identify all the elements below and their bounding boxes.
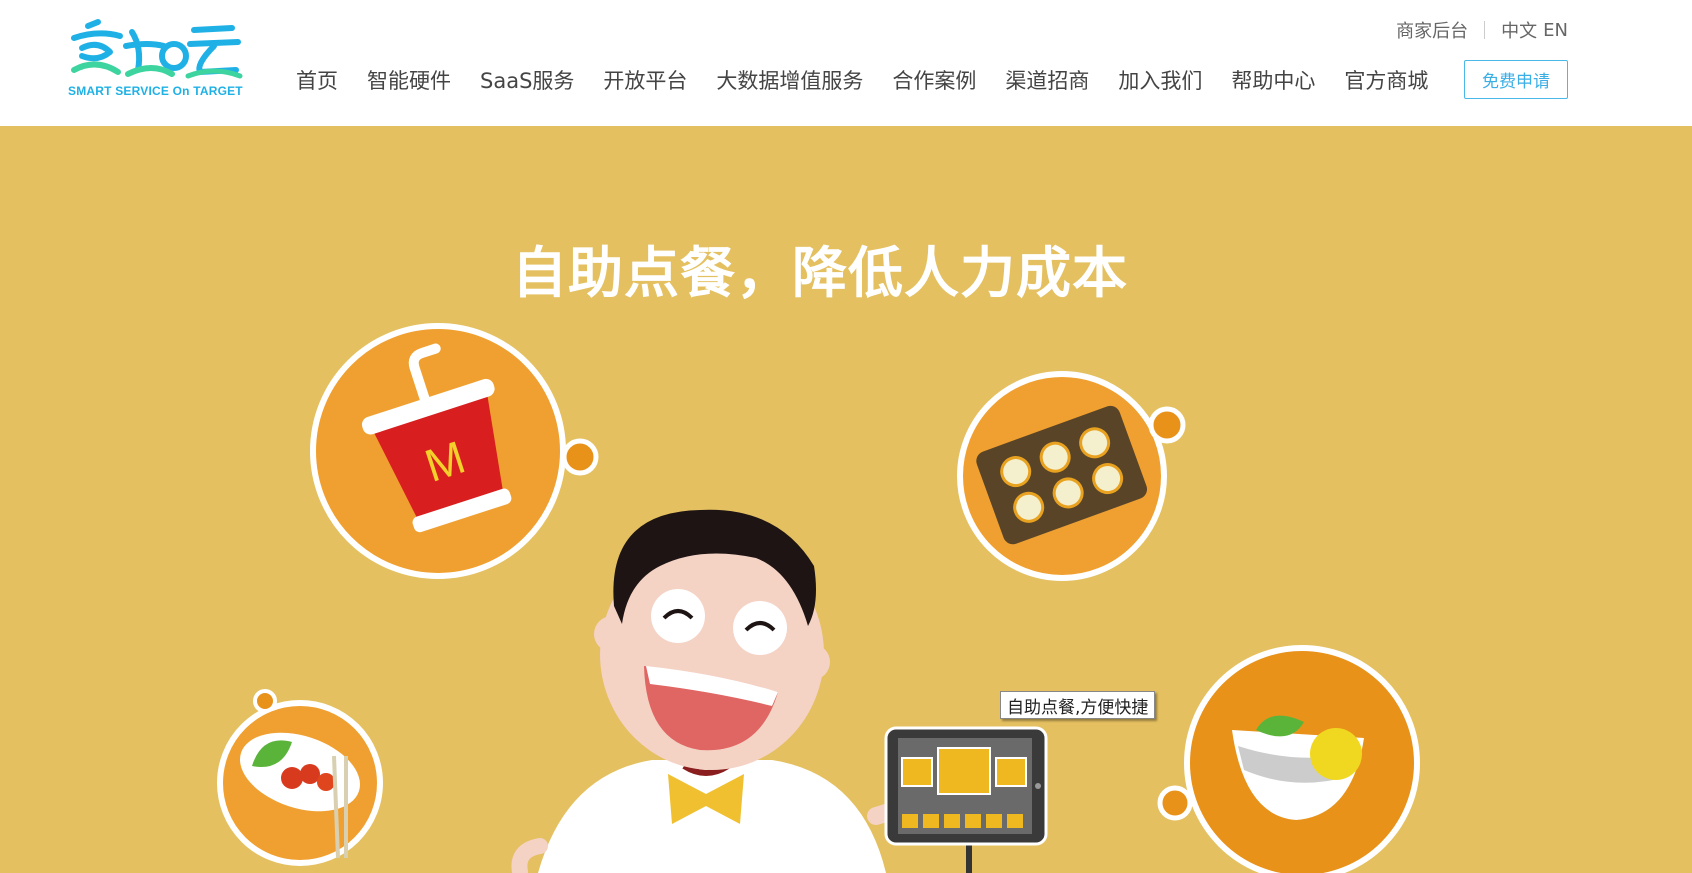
- dumpling-tray-bubble: [957, 371, 1186, 581]
- hover-tooltip: 自助点餐,方便快捷: [1000, 691, 1156, 719]
- free-apply-button[interactable]: 免费申请: [1464, 60, 1568, 99]
- nav-saas[interactable]: SaaS服务: [480, 65, 574, 95]
- nav-big-data[interactable]: 大数据增值服务: [716, 65, 863, 95]
- waiter-character: [511, 509, 929, 873]
- lang-en-link[interactable]: EN: [1543, 20, 1568, 41]
- nav-home[interactable]: 首页: [296, 65, 338, 95]
- main-nav: 首页 智能硬件 SaaS服务 开放平台 大数据增值服务 合作案例 渠道招商 加入…: [296, 62, 1457, 98]
- brand-logo[interactable]: SMART SERVICE On TARGET: [68, 18, 244, 102]
- top-utility-bar: 商家后台 中文 EN: [1396, 17, 1568, 43]
- nav-open-platform[interactable]: 开放平台: [603, 65, 687, 95]
- hero-title: 自助点餐，降低人力成本: [511, 241, 1128, 305]
- nav-channel[interactable]: 渠道招商: [1005, 65, 1089, 95]
- nav-smart-hardware[interactable]: 智能硬件: [367, 65, 451, 95]
- nav-mall[interactable]: 官方商城: [1344, 65, 1428, 95]
- brand-logo-mark: [71, 19, 243, 79]
- site-header: SMART SERVICE On TARGET 商家后台 中文 EN 首页 智能…: [0, 0, 1692, 126]
- rice-bowl-bubble: [1157, 645, 1420, 873]
- ordering-tablet: [884, 726, 1048, 873]
- nav-cases[interactable]: 合作案例: [892, 65, 976, 95]
- hero-banner: M 自助点餐，降低人力成本: [0, 126, 1692, 873]
- salad-plate-bubble: [217, 689, 383, 866]
- divider: [1484, 21, 1486, 39]
- merchant-backend-link[interactable]: 商家后台: [1396, 17, 1468, 43]
- drink-cup-bubble: M: [310, 323, 599, 579]
- lang-cn-link[interactable]: 中文: [1501, 17, 1537, 43]
- nav-help[interactable]: 帮助中心: [1231, 65, 1315, 95]
- nav-join-us[interactable]: 加入我们: [1118, 65, 1202, 95]
- brand-tagline: SMART SERVICE On TARGET: [68, 84, 243, 98]
